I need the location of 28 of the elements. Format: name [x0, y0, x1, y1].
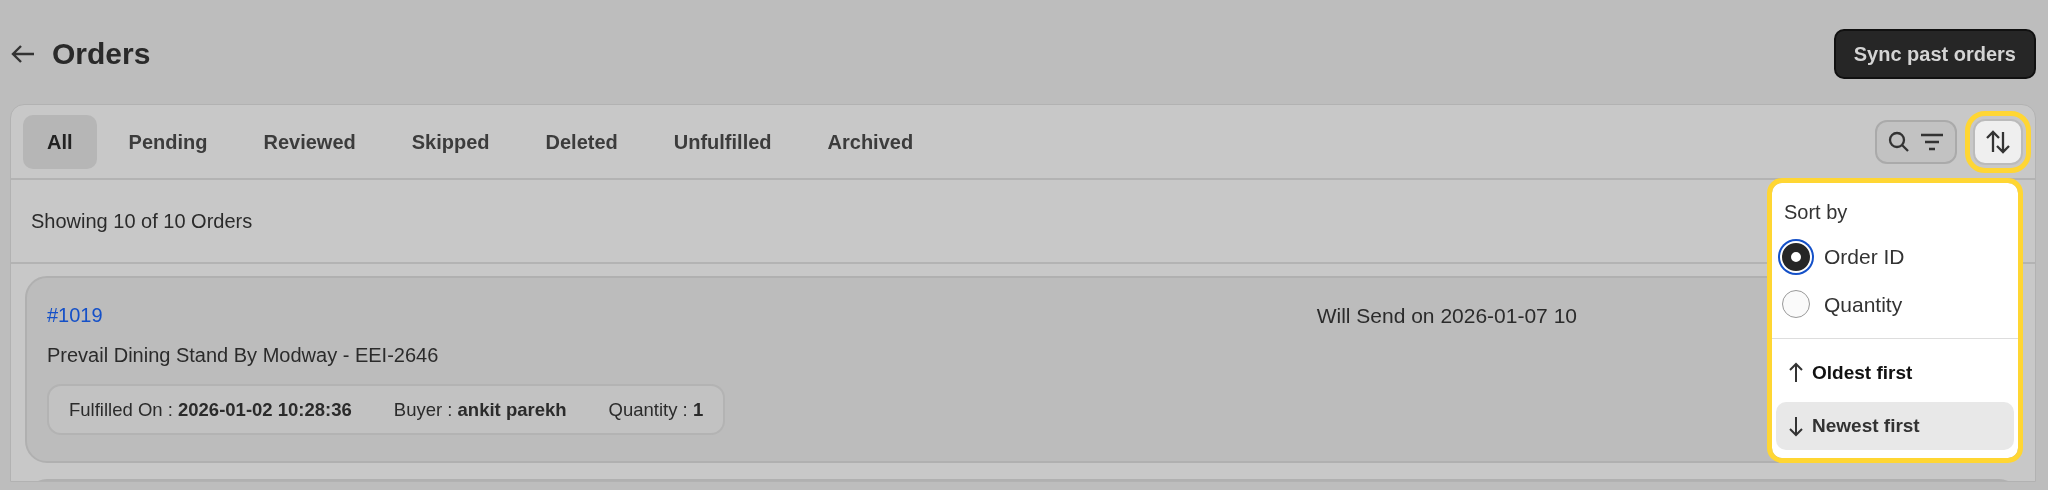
sync-past-orders-button[interactable]: Sync past orders: [1833, 29, 2036, 79]
orders-count-text: Showing 10 of 10 Orders: [31, 209, 253, 234]
sort-direction-option[interactable]: Oldest first: [1776, 349, 2014, 398]
detail-text: Buyer : ankit parekh: [393, 397, 567, 422]
tab[interactable]: Unfulfilled: [649, 114, 796, 169]
back-arrow-icon[interactable]: [10, 44, 36, 64]
search-icon: [1887, 129, 1911, 154]
tab[interactable]: All: [23, 114, 97, 169]
menu-heading: Sort by: [1783, 200, 1849, 225]
schedule-text: Will Send on 2026-01-07 10: [1316, 303, 1577, 329]
page-title: Orders: [52, 36, 151, 72]
sort-field-option[interactable]: Order ID: [1776, 233, 2014, 281]
radio-button[interactable]: [1782, 242, 1810, 271]
radio-button[interactable]: [1782, 290, 1810, 319]
order-id-link[interactable]: #1019: [47, 300, 103, 330]
detail-text: Quantity : 1: [608, 397, 704, 422]
tab[interactable]: Deleted: [521, 114, 642, 169]
sort-field-option[interactable]: Quantity: [1776, 280, 2014, 328]
sort-arrows-icon: [1985, 128, 2011, 155]
search-filter-button[interactable]: [1875, 119, 1957, 164]
sort-direction-option[interactable]: Newest first: [1776, 401, 2014, 450]
product-name: Prevail Dining Stand By Modway - EEI-2646: [47, 342, 440, 368]
tab[interactable]: Skipped: [387, 114, 514, 169]
tab[interactable]: Reviewed: [239, 114, 380, 169]
tab[interactable]: Pending: [104, 114, 232, 169]
tab[interactable]: Archived: [803, 114, 938, 169]
detail-text: Fulfilled On : 2026-01-02 10:28:36: [69, 397, 352, 422]
filter-icon: [1919, 131, 1945, 152]
